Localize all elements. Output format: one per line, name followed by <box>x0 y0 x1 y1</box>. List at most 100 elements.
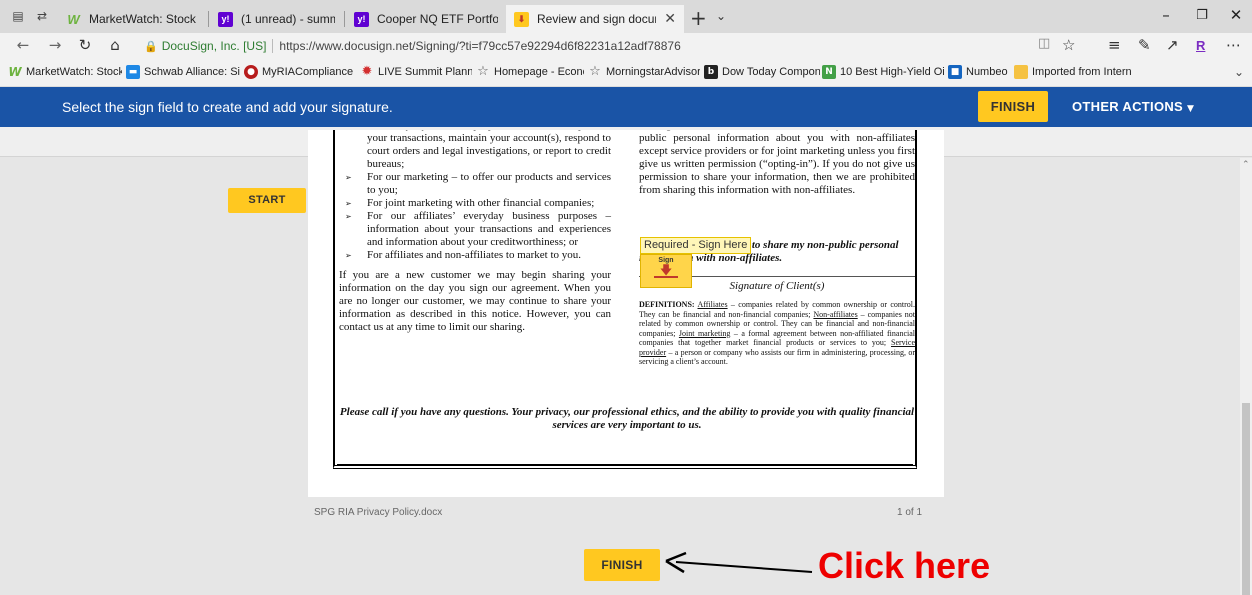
star-icon: ☆ <box>477 65 489 79</box>
close-tab-icon[interactable]: ✕ <box>664 11 676 27</box>
favorite-label: Homepage - Econod <box>494 66 584 78</box>
list-item: For our affiliates’ everyday business pu… <box>339 210 611 249</box>
profile-icon[interactable]: R <box>1196 38 1205 53</box>
tab-label: (1 unread) - summitplannin <box>241 12 335 26</box>
tab-marketwatch[interactable]: W MarketWatch: Stock Market <box>58 5 208 33</box>
arrow-down-icon: 🡇 <box>659 263 673 277</box>
favorite-label: MorningstarAdvisor c <box>606 66 700 78</box>
definitions-heading: DEFINITIONS: <box>639 300 695 309</box>
finish-bottom-button[interactable]: FINISH <box>584 549 660 581</box>
page-count: 1 of 1 <box>897 507 923 518</box>
numbeo-icon: ■ <box>948 65 962 79</box>
massachusetts-paragraph: sharing. Under Massachusetts law, we may… <box>639 130 915 196</box>
url-field[interactable]: 🔒 DocuSign, Inc. [US] https://www.docusi… <box>144 36 974 56</box>
favorites-bar: W MarketWatch: Stock M ▬ Schwab Alliance… <box>0 60 1252 87</box>
folder-icon <box>1014 65 1028 79</box>
new-customer-paragraph: If you are a new customer we may begin s… <box>339 269 611 333</box>
other-actions-menu[interactable]: OTHER ACTIONS ▼ <box>1072 99 1194 114</box>
favorite-label: MarketWatch: Stock M <box>26 66 122 78</box>
pen-icon[interactable]: ✎ <box>1138 36 1151 54</box>
start-button[interactable]: START <box>228 188 306 213</box>
docusign-icon: ⬇ <box>514 11 529 27</box>
favorite-morningstar[interactable]: ☆ MorningstarAdvisor c <box>588 65 700 79</box>
minimize-icon[interactable]: – <box>1156 6 1176 24</box>
compliance-icon: ● <box>244 65 258 79</box>
tab-cooper-etf[interactable]: y! Cooper NQ ETF Portfolio - F <box>346 5 506 33</box>
set-aside-tabs-icon[interactable]: ⇄ <box>34 9 50 23</box>
summit-icon: ✹ <box>361 65 373 79</box>
favorite-marketwatch[interactable]: W MarketWatch: Stock M <box>8 65 122 79</box>
new-tab-icon[interactable]: + <box>690 6 707 30</box>
required-sign-here-tag[interactable]: Required - Sign Here <box>640 237 752 254</box>
tab-yahoo-mail[interactable]: y! (1 unread) - summitplannin <box>210 5 343 33</box>
document-page: For everyday business purposes – such as… <box>333 130 917 469</box>
site-identity[interactable]: DocuSign, Inc. [US] <box>162 39 267 53</box>
list-item: For everyday business purposes – such as… <box>339 130 611 171</box>
url-text[interactable]: https://www.docusign.net/Signing/?ti=f79… <box>279 39 680 53</box>
favorite-myriacompliance[interactable]: ● MyRIACompliance - F <box>244 65 356 79</box>
lock-icon: 🔒 <box>144 39 158 53</box>
favorite-label: 10 Best High-Yield Oi <box>840 66 944 78</box>
instruction-text: Select the sign field to create and add … <box>62 99 393 115</box>
yield-icon: N <box>822 65 836 79</box>
schwab-icon: ▬ <box>126 65 140 79</box>
definitions-paragraph: DEFINITIONS: Affiliates – companies rela… <box>639 300 915 367</box>
favorite-star-icon[interactable]: ☆ <box>1062 36 1075 54</box>
favorite-econoday[interactable]: ☆ Homepage - Econod <box>476 65 584 79</box>
forward-icon[interactable]: → <box>44 36 66 54</box>
list-item: For our marketing – to offer our product… <box>339 171 611 197</box>
left-column: For everyday business purposes – such as… <box>339 130 611 334</box>
closing-statement: Please call if you have any questions. Y… <box>339 406 915 431</box>
favorites-overflow-chevron-icon[interactable]: ⌄ <box>1234 65 1244 79</box>
document-name: SPG RIA Privacy Policy.docx <box>314 507 443 518</box>
favorite-label: Dow Today Compone <box>722 66 820 78</box>
tab-review-and-sign[interactable]: ⬇ Review and sign docum ✕ <box>506 5 684 33</box>
definition-term: Joint marketing <box>678 328 731 338</box>
list-item: For joint marketing with other financial… <box>339 197 611 210</box>
dow-icon: b <box>704 65 718 79</box>
favorite-schwab[interactable]: ▬ Schwab Alliance: Simp <box>126 65 240 79</box>
home-icon[interactable]: ⌂ <box>104 36 126 54</box>
close-window-icon[interactable]: ✕ <box>1226 6 1246 24</box>
restore-icon[interactable]: ❐ <box>1192 8 1212 23</box>
favorite-imported-folder[interactable]: Imported from Intern <box>1014 65 1144 79</box>
tab-label: Review and sign docum <box>537 12 657 26</box>
tab-preview-chevron-icon[interactable]: ⌄ <box>716 9 726 23</box>
star-icon: ☆ <box>589 65 601 79</box>
annotation-arrow-icon <box>665 551 813 574</box>
yahoo-icon: y! <box>354 11 369 27</box>
favorite-label: Numbeo <box>966 66 1008 78</box>
marketwatch-icon: W <box>8 65 22 79</box>
tab-strip: ▤ ⇄ W MarketWatch: Stock Market y! (1 un… <box>0 0 1252 33</box>
favorite-summit[interactable]: ✹ LIVE Summit Planning <box>360 65 472 79</box>
favorite-high-yield[interactable]: N 10 Best High-Yield Oi <box>822 65 944 79</box>
caret-down-icon: ▼ <box>1186 104 1195 114</box>
favorite-label: MyRIACompliance - F <box>262 66 356 78</box>
finish-button[interactable]: FINISH <box>978 91 1048 122</box>
list-item: For affiliates and non-affiliates to mar… <box>339 249 611 262</box>
favorites-hub-icon[interactable]: ≡ <box>1108 36 1121 54</box>
favorite-label: Imported from Intern <box>1032 66 1132 78</box>
share-icon[interactable]: ↗ <box>1166 36 1179 54</box>
marketwatch-icon: W <box>67 11 80 27</box>
more-icon[interactable]: ⋯ <box>1226 36 1241 54</box>
scrollbar-thumb[interactable] <box>1242 403 1250 595</box>
other-actions-label: OTHER ACTIONS <box>1072 99 1184 114</box>
back-icon[interactable]: ← <box>12 36 34 54</box>
sign-field[interactable]: Sign 🡇 <box>640 254 692 288</box>
definition-text: – a person or company who assists our fi… <box>639 347 915 367</box>
favorite-label: LIVE Summit Planning <box>378 66 472 78</box>
scroll-up-icon[interactable]: ⌃ <box>1242 160 1250 170</box>
tab-label: Cooper NQ ETF Portfolio - F <box>377 12 498 26</box>
tab-actions-icon[interactable]: ▤ <box>10 9 26 23</box>
click-here-annotation: Click here <box>818 545 991 586</box>
refresh-icon[interactable]: ↻ <box>74 36 96 54</box>
definition-term: Non-affiliates <box>813 309 858 319</box>
favorite-dow[interactable]: b Dow Today Compone <box>704 65 820 79</box>
definition-term: Affiliates <box>697 300 728 309</box>
reading-view-icon[interactable]: ◫ <box>1038 36 1050 51</box>
favorite-label: Schwab Alliance: Simp <box>144 66 240 78</box>
favorite-numbeo[interactable]: ■ Numbeo <box>948 65 1010 79</box>
docusign-action-bar: Select the sign field to create and add … <box>0 87 1252 127</box>
address-bar: ← → ↻ ⌂ 🔒 DocuSign, Inc. [US] https://ww… <box>0 33 1252 60</box>
